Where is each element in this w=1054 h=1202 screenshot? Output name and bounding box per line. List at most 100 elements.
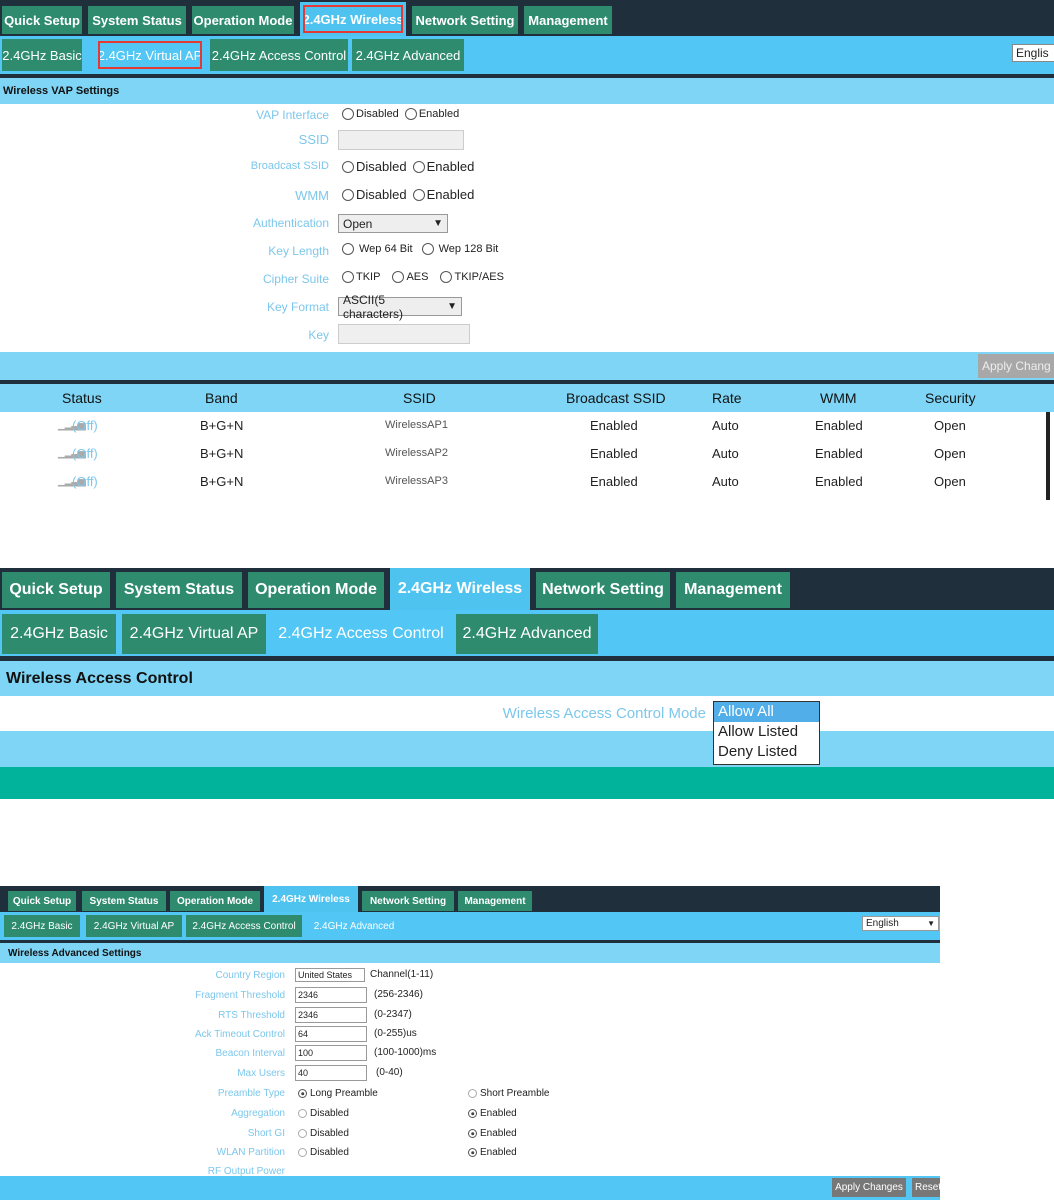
tab-quick-setup[interactable]: Quick Setup [8, 891, 76, 911]
vap-disabled-radio[interactable] [342, 108, 354, 120]
subtab-access-control[interactable]: 2.4GHz Access Control [272, 614, 450, 654]
tab-operation-mode[interactable]: Operation Mode [248, 572, 384, 608]
access-control-mode-dropdown[interactable]: Allow All Allow Listed Deny Listed [713, 701, 820, 765]
subtab-advanced[interactable]: 2.4GHz Advanced [456, 614, 598, 654]
subtab-basic[interactable]: 2.4GHz Basic [2, 614, 116, 654]
wmm-disabled-radio[interactable] [342, 188, 354, 201]
subtab-access-control[interactable]: 2.4GHz Access Control [186, 915, 302, 937]
cipher-suite-group: TKIP AES TKIP/AES [342, 271, 504, 283]
subtab-advanced[interactable]: 2.4GHz Advanced [352, 39, 464, 71]
wmm-enabled-radio[interactable] [412, 188, 425, 201]
tab-system-status[interactable]: System Status [82, 891, 166, 911]
ssid-input[interactable] [338, 130, 464, 150]
fragment-threshold-input[interactable]: 2346 [295, 987, 367, 1003]
key-length-group: Wep 64 Bit Wep 128 Bit [342, 243, 498, 255]
subtab-virtual-ap[interactable]: 2.4GHz Virtual AP [86, 915, 182, 937]
tab-wireless[interactable]: 2.4GHz Wireless [300, 2, 406, 36]
wep64-radio[interactable] [342, 243, 354, 255]
scrollbar[interactable] [1046, 412, 1050, 500]
short-gi-disabled-radio[interactable] [298, 1129, 307, 1138]
vap-enabled-radio[interactable] [404, 108, 417, 120]
subtab-access-control[interactable]: 2.4GHz Access Control [210, 39, 348, 71]
short-gi-enabled-radio[interactable] [468, 1129, 477, 1138]
key-format-value: ASCII(5 characters) [343, 292, 404, 321]
vap-apply-bar: Apply Chang [0, 352, 1054, 380]
tab-quick-setup[interactable]: Quick Setup [2, 572, 110, 608]
tab-operation-mode[interactable]: Operation Mode [192, 6, 294, 34]
apply-changes-button[interactable]: Apply Chang [978, 354, 1054, 378]
country-region-select[interactable]: United States [295, 968, 365, 982]
tkip-radio[interactable] [342, 271, 354, 283]
aggregation-disabled-radio[interactable] [298, 1109, 307, 1118]
status-cell[interactable]: (Off) [72, 446, 98, 461]
beacon-hint: (100-1000)ms [374, 1047, 437, 1058]
option-allow-listed[interactable]: Allow Listed [714, 722, 819, 742]
wlan-partition-enabled-option: Enabled [468, 1147, 517, 1158]
label-ack-timeout: Ack Timeout Control [194, 1029, 285, 1040]
vap-disabled-label: Disabled [356, 108, 399, 120]
tab-wireless[interactable]: 2.4GHz Wireless [264, 886, 358, 912]
chevron-down-icon: ▼ [433, 218, 443, 229]
tab-quick-setup[interactable]: Quick Setup [2, 6, 82, 34]
authentication-select[interactable]: Open ▼ [338, 214, 448, 233]
wep128-radio[interactable] [421, 243, 434, 255]
aes-radio[interactable] [392, 271, 405, 283]
subtab-virtual-ap[interactable]: 2.4GHz Virtual AP [96, 39, 204, 71]
header-rate: Rate [712, 390, 742, 406]
language-select[interactable]: English ▼ [862, 916, 939, 931]
tab-network-setting[interactable]: Network Setting [412, 6, 518, 34]
option-allow-all[interactable]: Allow All [714, 702, 819, 722]
tab-management[interactable]: Management [458, 891, 532, 911]
label-cipher-suite: Cipher Suite [262, 272, 329, 286]
wlan-partition-enabled-radio[interactable] [468, 1148, 477, 1157]
long-preamble-radio[interactable] [298, 1089, 307, 1098]
tab-network-setting[interactable]: Network Setting [536, 572, 670, 608]
header-status: Status [62, 390, 102, 406]
tkip-aes-radio[interactable] [440, 271, 453, 283]
wmm-group: Disabled Enabled [342, 187, 474, 202]
rts-threshold-input[interactable]: 2346 [295, 1007, 367, 1023]
tab-wireless-label: 2.4GHz Wireless [302, 5, 404, 33]
wlan-partition-disabled-radio[interactable] [298, 1148, 307, 1157]
subtab-virtual-ap[interactable]: 2.4GHz Virtual AP [122, 614, 266, 654]
short-gi-enabled-label: Enabled [480, 1128, 517, 1139]
advanced-form: Country Region United States Channel(1-1… [0, 963, 940, 1177]
band-cell: B+G+N [200, 418, 244, 433]
broadcast-disabled-radio[interactable] [342, 160, 354, 173]
aes-label: AES [406, 271, 429, 283]
tab-management[interactable]: Management [524, 6, 612, 34]
subtab-basic[interactable]: 2.4GHz Basic [4, 915, 80, 937]
key-input[interactable] [338, 324, 470, 344]
beacon-interval-input[interactable]: 100 [295, 1045, 367, 1061]
wep64-label: Wep 64 Bit [359, 243, 413, 255]
aggregation-enabled-radio[interactable] [468, 1109, 477, 1118]
tab-network-setting[interactable]: Network Setting [362, 891, 454, 911]
ack-timeout-input[interactable]: 64 [295, 1026, 367, 1042]
label-short-gi: Short GI [247, 1128, 285, 1139]
option-deny-listed[interactable]: Deny Listed [714, 742, 819, 762]
status-cell[interactable]: (Off) [72, 474, 98, 489]
reset-button[interactable]: Reset [912, 1178, 940, 1197]
chevron-down-icon: ▼ [447, 301, 457, 312]
language-select[interactable]: Englis [1012, 44, 1054, 62]
rate-cell: Auto [712, 474, 739, 489]
ssid-cell: WirelessAP2 [385, 447, 448, 459]
short-preamble-radio[interactable] [468, 1089, 477, 1098]
tab-system-status[interactable]: System Status [116, 572, 242, 608]
tab-operation-mode[interactable]: Operation Mode [170, 891, 260, 911]
wmm-cell: Enabled [815, 474, 863, 489]
subtab-advanced[interactable]: 2.4GHz Advanced [306, 915, 402, 937]
tab-management[interactable]: Management [676, 572, 790, 608]
tab-system-status[interactable]: System Status [88, 6, 186, 34]
tab-wireless[interactable]: 2.4GHz Wireless [390, 568, 530, 610]
access-control-panel: Quick Setup System Status Operation Mode… [0, 568, 1054, 800]
apply-changes-button[interactable]: Apply Changes [832, 1178, 906, 1197]
short-gi-disabled-option: Disabled [298, 1128, 349, 1139]
wmm-enabled-label: Enabled [426, 187, 475, 202]
status-cell[interactable]: (Off) [72, 418, 98, 433]
subtab-basic[interactable]: 2.4GHz Basic [2, 39, 82, 71]
aggregation-disabled-option: Disabled [298, 1108, 349, 1119]
key-format-select[interactable]: ASCII(5 characters) ▼ [338, 293, 462, 321]
broadcast-enabled-radio[interactable] [412, 160, 425, 173]
max-users-input[interactable]: 40 [295, 1065, 367, 1081]
